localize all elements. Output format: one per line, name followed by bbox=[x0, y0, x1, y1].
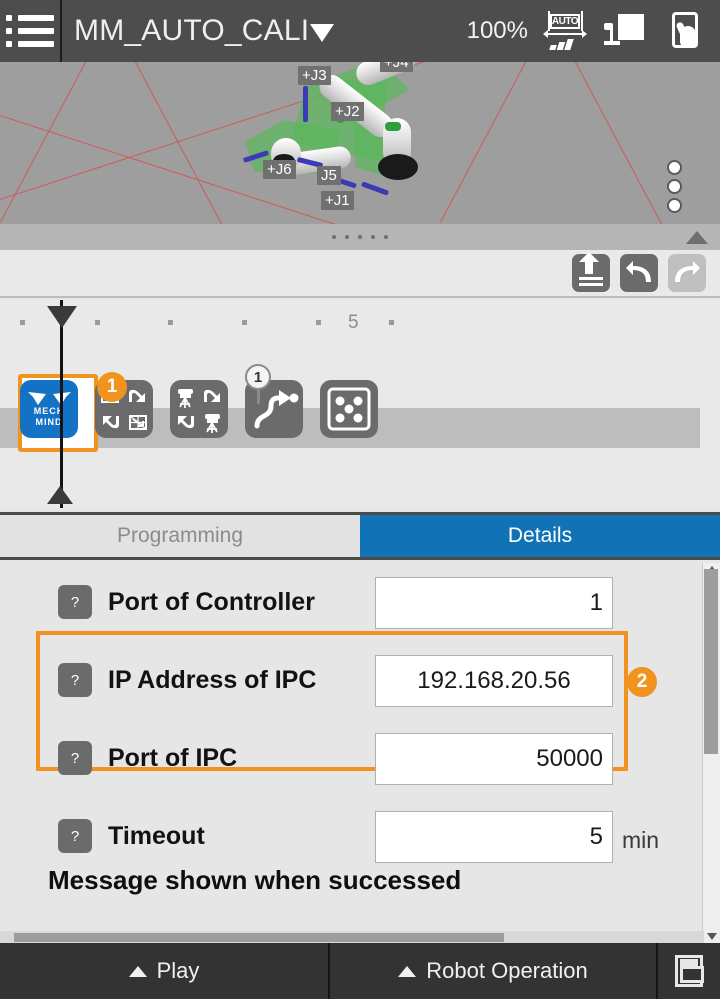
caret-up-icon[interactable] bbox=[686, 231, 708, 244]
projector-icon[interactable] bbox=[602, 8, 648, 54]
drag-grip-dots-icon bbox=[332, 235, 388, 239]
robot-operation-button[interactable]: Robot Operation bbox=[330, 943, 658, 999]
port-of-ipc-input[interactable]: 50000 bbox=[375, 733, 613, 785]
page-title: MM_AUTO_CALI bbox=[74, 14, 309, 48]
top-header-bar: MM_AUTO_CALI 100% AUTO bbox=[0, 0, 720, 62]
mech-mind-label-line2: MIND bbox=[36, 417, 63, 427]
help-icon[interactable]: ? bbox=[58, 819, 92, 853]
timeout-unit-label: min bbox=[622, 827, 659, 854]
field-row-timeout: ? Timeout 5 min bbox=[0, 797, 704, 875]
help-icon[interactable]: ? bbox=[58, 585, 92, 619]
field-row-port-of-controller: ? Port of Controller 1 bbox=[0, 563, 704, 641]
three-dots-vertical-icon[interactable] bbox=[667, 160, 682, 213]
playhead-handle-bottom[interactable] bbox=[47, 486, 73, 504]
playhead-handle-top[interactable] bbox=[47, 306, 77, 328]
robot-model: +J3 +J4 +J2 +J6 J5 +J1 bbox=[235, 62, 435, 224]
annotation-badge-2: 2 bbox=[627, 667, 657, 697]
teach-pendant-hand-icon[interactable] bbox=[662, 8, 708, 54]
field-label: Port of IPC bbox=[108, 744, 237, 773]
ip-address-of-ipc-input[interactable]: 192.168.20.56 bbox=[375, 655, 613, 707]
viewport-resize-handle[interactable] bbox=[0, 224, 720, 250]
hscrollbar-thumb[interactable] bbox=[14, 933, 504, 942]
field-label: Timeout bbox=[108, 822, 205, 851]
header-status-group: 100% AUTO bbox=[467, 8, 720, 54]
field-row-ip-address-of-ipc: ? IP Address of IPC 192.168.20.56 bbox=[0, 641, 704, 719]
block-step-marker-1: 1 bbox=[245, 364, 271, 390]
camera-capture-block[interactable] bbox=[170, 380, 228, 438]
ruler-label-5: 5 bbox=[348, 312, 359, 334]
program-title-selector[interactable]: MM_AUTO_CALI bbox=[62, 14, 334, 48]
play-label: Play bbox=[157, 958, 200, 984]
application-window: MM_AUTO_CALI 100% AUTO bbox=[0, 0, 720, 999]
joint-label-j1: +J1 bbox=[321, 191, 354, 210]
timeout-input[interactable]: 5 bbox=[375, 811, 613, 863]
auto-mode-label: AUTO bbox=[552, 16, 578, 27]
panel-tabs: Programming Details bbox=[0, 512, 720, 560]
mech-mind-logo bbox=[28, 392, 71, 405]
mech-mind-vision-block[interactable]: MECH MIND bbox=[20, 380, 78, 438]
field-label: Port of Controller bbox=[108, 588, 315, 617]
bottom-toolbar: Play Robot Operation bbox=[0, 943, 720, 999]
timeline-ruler[interactable]: 5 bbox=[0, 300, 720, 358]
joint-label-j6: +J6 bbox=[263, 160, 296, 179]
tab-programming-label: Programming bbox=[117, 524, 243, 548]
camera-rotate-icon bbox=[170, 380, 228, 438]
redo-button[interactable] bbox=[668, 254, 706, 292]
help-icon[interactable]: ? bbox=[58, 663, 92, 697]
speed-percentage: 100% bbox=[467, 17, 528, 45]
caret-down-icon[interactable] bbox=[310, 24, 334, 42]
save-floppy-icon bbox=[675, 955, 703, 987]
joint-label-j5: J5 bbox=[317, 166, 341, 185]
joint-label-j3: +J3 bbox=[298, 66, 331, 85]
redo-arrow-icon bbox=[672, 258, 702, 288]
details-form: ? Port of Controller 1 ? IP Address of I… bbox=[0, 563, 704, 875]
program-block-track[interactable]: MECH MIND bbox=[0, 358, 720, 508]
auto-speed-icon[interactable]: AUTO bbox=[542, 8, 588, 54]
details-vertical-scrollbar[interactable] bbox=[702, 563, 720, 943]
edit-toolbar bbox=[0, 250, 720, 298]
details-horizontal-scrollbar[interactable] bbox=[0, 931, 704, 943]
section-heading-message-success: Message shown when successed bbox=[48, 865, 461, 896]
help-icon[interactable]: ? bbox=[58, 741, 92, 775]
robot-3d-viewport[interactable]: +J3 +J4 +J2 +J6 J5 +J1 bbox=[0, 62, 720, 224]
export-button[interactable] bbox=[572, 254, 610, 292]
caret-up-icon bbox=[129, 966, 147, 977]
tab-details-label: Details bbox=[508, 524, 572, 548]
undo-button[interactable] bbox=[620, 254, 658, 292]
hamburger-menu-icon[interactable] bbox=[0, 0, 62, 62]
joint-label-j2: +J2 bbox=[331, 102, 364, 121]
undo-arrow-icon bbox=[624, 258, 654, 288]
field-label: IP Address of IPC bbox=[108, 666, 316, 695]
block-list: MECH MIND bbox=[20, 380, 378, 438]
field-row-port-of-ipc: ? Port of IPC 50000 bbox=[0, 719, 704, 797]
details-panel: ? Port of Controller 1 ? IP Address of I… bbox=[0, 563, 720, 943]
scrollbar-thumb[interactable] bbox=[704, 569, 718, 754]
play-button[interactable]: Play bbox=[0, 943, 330, 999]
tab-programming[interactable]: Programming bbox=[0, 515, 360, 557]
save-button[interactable] bbox=[658, 943, 720, 999]
dot-grid-icon bbox=[320, 380, 378, 438]
robot-operation-label: Robot Operation bbox=[426, 958, 587, 984]
port-of-controller-input[interactable]: 1 bbox=[375, 577, 613, 629]
joint-label-j4: +J4 bbox=[380, 62, 413, 72]
pattern-grid-block[interactable] bbox=[320, 380, 378, 438]
caret-up-icon bbox=[398, 966, 416, 977]
scroll-down-arrow-icon[interactable] bbox=[707, 933, 717, 940]
annotation-badge-1: 1 bbox=[97, 372, 127, 402]
tab-details[interactable]: Details bbox=[360, 515, 720, 557]
playhead-line bbox=[60, 300, 63, 508]
